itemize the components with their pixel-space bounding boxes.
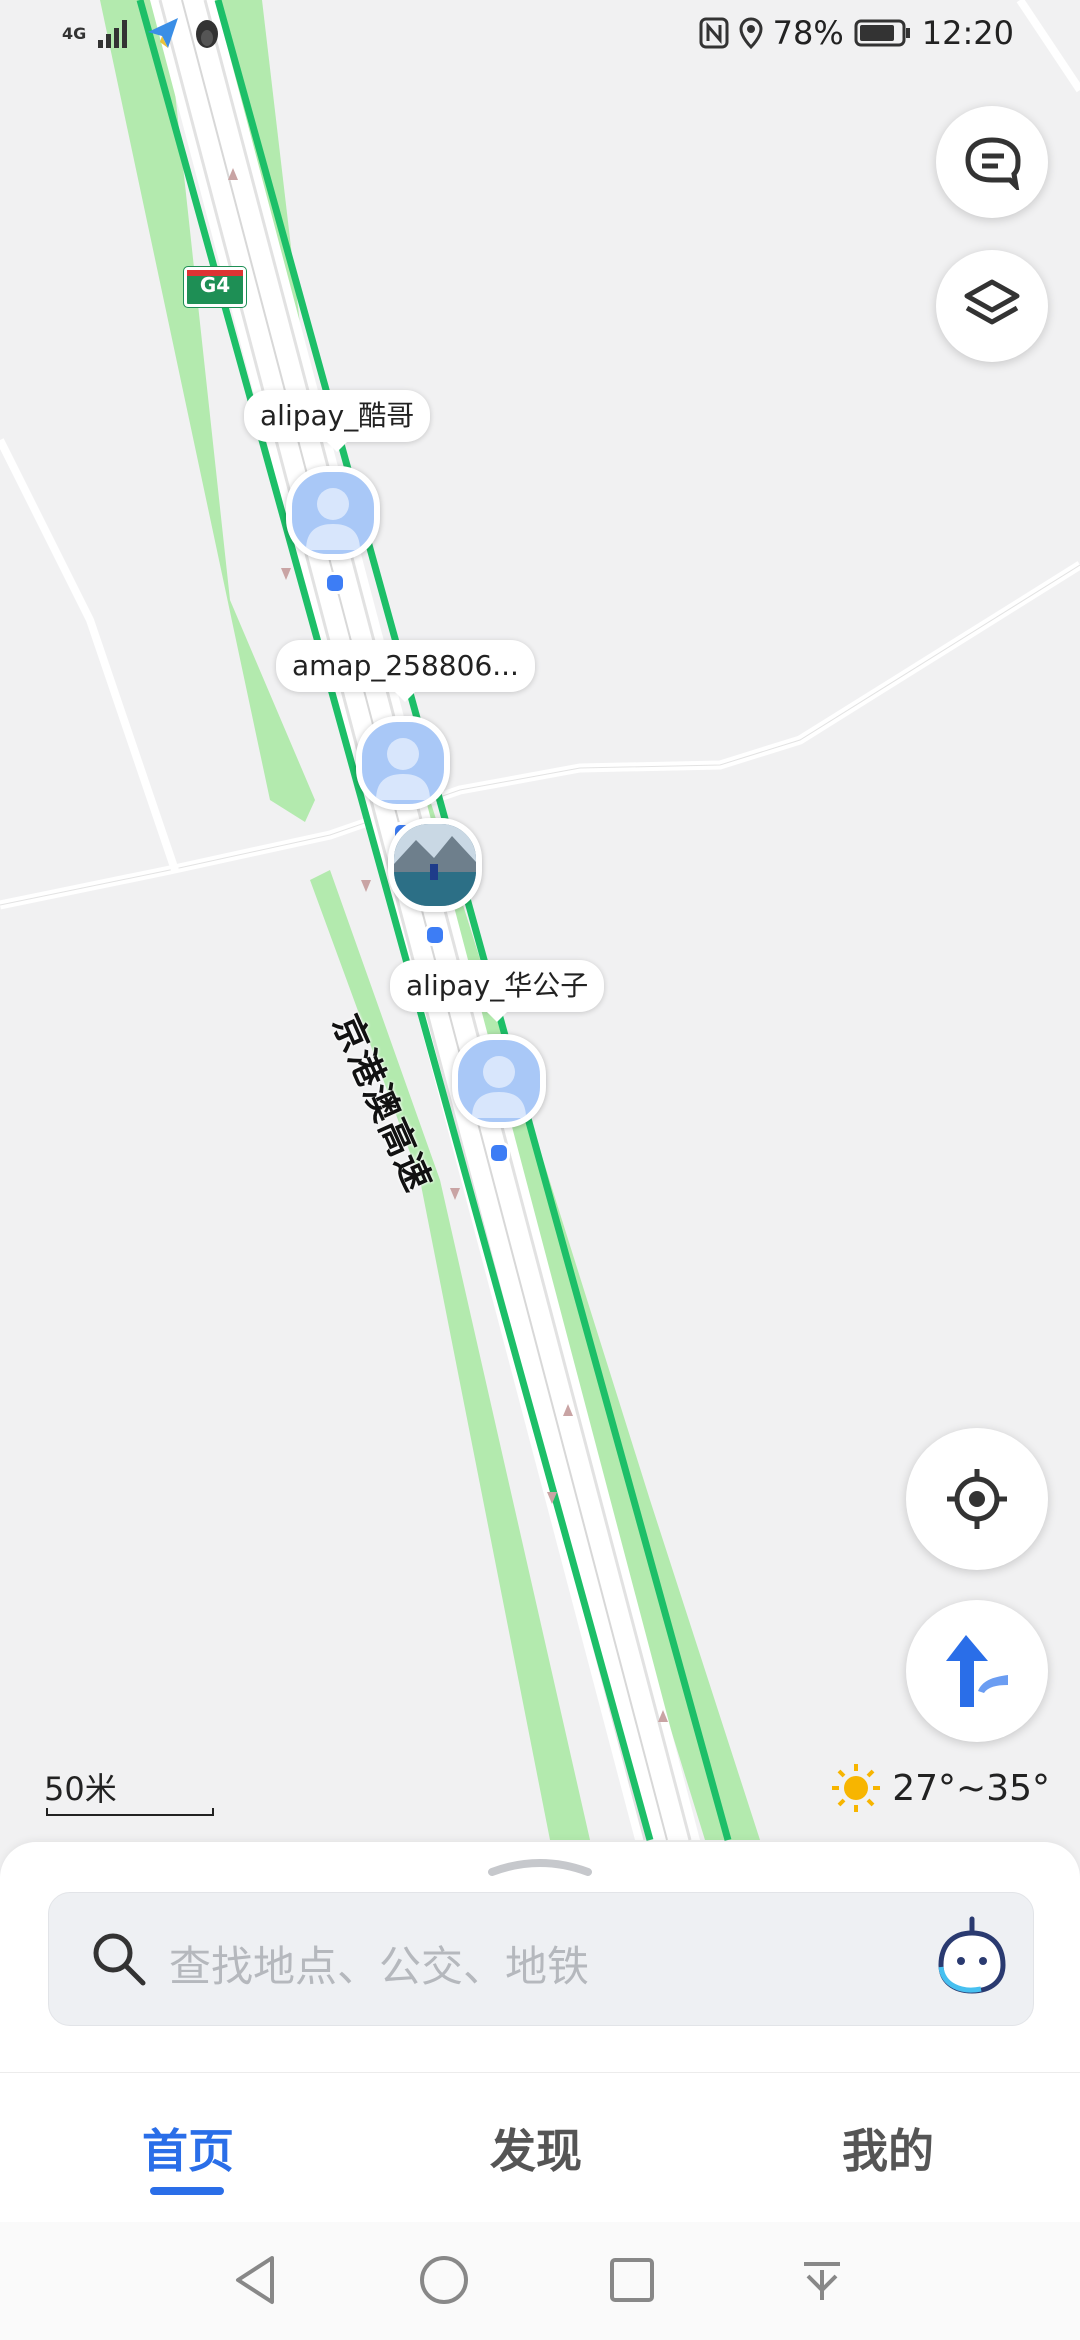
photo-avatar[interactable]	[388, 818, 482, 912]
penguin-icon	[196, 20, 219, 48]
scale-bar	[46, 1808, 214, 1816]
tab-home[interactable]: 首页	[142, 2115, 234, 2181]
bottom-sheet[interactable]: 查找地点、公交、地铁	[0, 1842, 1080, 2072]
battery-percent: 78%	[772, 14, 844, 52]
locate-button[interactable]	[906, 1428, 1048, 1570]
scale-label: 50米	[44, 1770, 117, 1808]
temperature-range: 27°~35°	[892, 1767, 1050, 1809]
notification-pull-icon	[804, 2262, 840, 2300]
back-icon	[236, 2256, 274, 2304]
avatar[interactable]	[356, 716, 450, 810]
default-user-icon	[472, 1056, 526, 1118]
system-nav-bar	[0, 2222, 1080, 2340]
recents-button[interactable]	[602, 2250, 662, 2310]
location-dot	[424, 924, 446, 946]
marker-label[interactable]: alipay_华公子	[390, 960, 605, 1022]
default-user-icon	[306, 488, 360, 550]
avatar[interactable]	[286, 466, 380, 560]
tab-discover[interactable]: 发现	[490, 2115, 582, 2181]
signal-icon	[98, 20, 128, 48]
clock: 12:20	[921, 14, 1014, 52]
sheet-handle-icon[interactable]	[488, 1854, 592, 1878]
locate-icon	[947, 1469, 1007, 1529]
highway-shield: G4	[183, 266, 247, 308]
home-button[interactable]	[414, 2250, 474, 2310]
location-pin-icon	[739, 17, 763, 49]
map-canvas[interactable]	[0, 0, 1080, 1870]
marker-label[interactable]: alipay_酷哥	[244, 390, 431, 452]
tab-mine[interactable]: 我的	[842, 2115, 934, 2181]
status-bar: 4G 78% 12:20	[0, 0, 1080, 80]
message-button[interactable]	[936, 106, 1048, 218]
battery-icon	[854, 19, 910, 47]
marker-label[interactable]: amap_258806...	[276, 640, 535, 702]
notification-pull-button[interactable]	[792, 2250, 852, 2310]
location-dot	[324, 572, 346, 594]
sun-icon	[832, 1764, 881, 1812]
default-user-icon	[376, 738, 430, 800]
layers-icon	[964, 279, 1020, 325]
layers-button[interactable]	[936, 250, 1048, 362]
avatar[interactable]	[452, 1034, 546, 1128]
recents-icon	[610, 2258, 654, 2302]
route-button[interactable]	[906, 1600, 1048, 1742]
location-dot	[488, 1142, 510, 1164]
nfc-icon	[699, 17, 729, 49]
paper-plane-icon	[148, 18, 179, 48]
lake-photo-icon	[394, 824, 476, 906]
bottom-tab-bar: 首页 发现 我的	[0, 2072, 1080, 2223]
back-button[interactable]	[226, 2250, 286, 2310]
network-label: 4G	[62, 23, 87, 43]
weather-widget[interactable]: 27°~35°	[830, 1762, 1050, 1814]
message-icon	[965, 137, 1021, 190]
tab-active-indicator	[150, 2187, 224, 2195]
search-bar[interactable]: 查找地点、公交、地铁	[48, 1892, 1034, 2026]
route-arrow-icon	[946, 1635, 1008, 1707]
search-icon	[93, 1933, 146, 1986]
search-placeholder: 查找地点、公交、地铁	[169, 1942, 590, 1991]
assistant-bot-icon[interactable]	[933, 1915, 1011, 1997]
home-icon	[420, 2256, 468, 2304]
